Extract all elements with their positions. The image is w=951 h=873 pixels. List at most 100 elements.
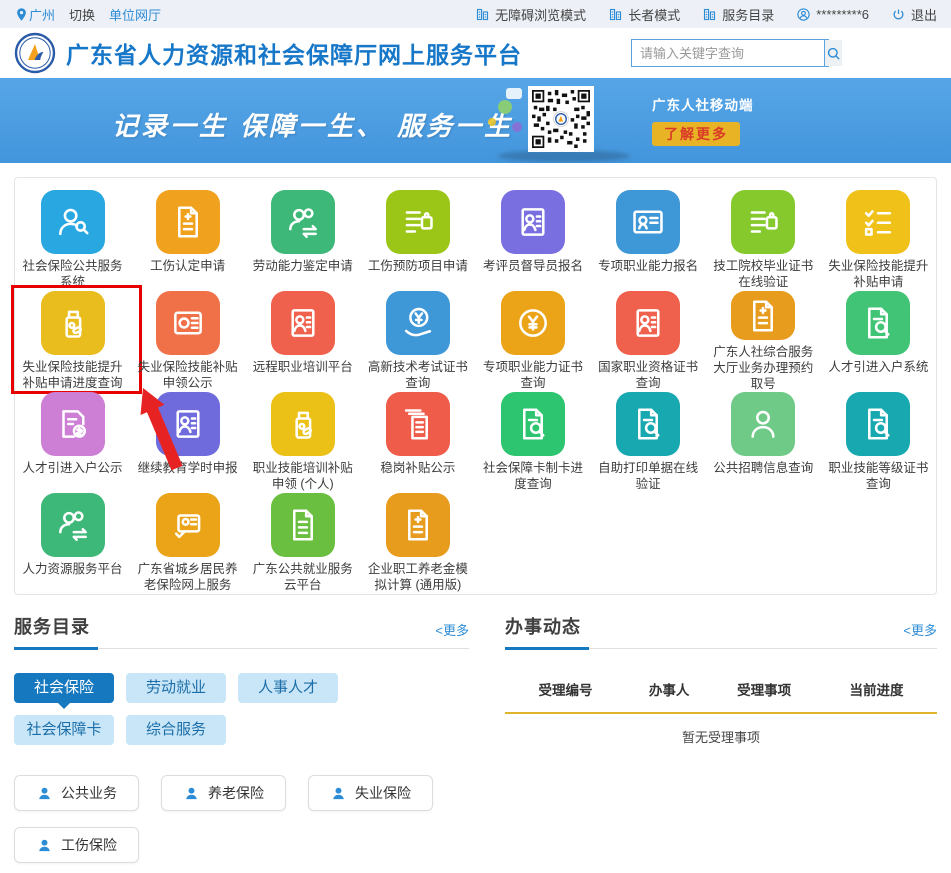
tab-social-security-card[interactable]: 社会保障卡 bbox=[14, 715, 114, 745]
tab-comprehensive-service[interactable]: 综合服务 bbox=[126, 715, 226, 745]
city-label[interactable]: 广州 bbox=[29, 5, 55, 24]
service-item[interactable]: 公共招聘信息查询 bbox=[706, 392, 821, 493]
doc-plus-icon bbox=[731, 291, 795, 340]
service-item-label: 职业技能等级证书查询 bbox=[822, 460, 934, 492]
service-item-label: 稳岗补贴公示 bbox=[380, 460, 455, 476]
more-link[interactable]: <更多 bbox=[903, 620, 937, 639]
section-title: 办事动态 bbox=[505, 613, 581, 639]
public-business-button[interactable]: 公共业务 bbox=[14, 775, 139, 811]
search-button[interactable] bbox=[824, 40, 842, 66]
progress-table-header: 受理编号 办事人 受理事项 当前进度 bbox=[505, 679, 937, 699]
service-item[interactable]: 工伤预防项目申请 bbox=[360, 190, 475, 291]
service-item[interactable]: 高新技术考试证书查询 bbox=[360, 291, 475, 392]
pension-insurance-button[interactable]: 养老保险 bbox=[161, 775, 286, 811]
service-item[interactable]: 失业保险技能补贴申领公示 bbox=[130, 291, 245, 392]
building-grid-icon bbox=[702, 7, 717, 22]
qr-code bbox=[528, 86, 594, 152]
service-item-label: 失业保险技能提升补贴申请进度查询 bbox=[17, 359, 129, 391]
service-item-label: 人力资源服务平台 bbox=[23, 561, 123, 577]
service-item[interactable]: 自助打印单据在线验证 bbox=[591, 392, 706, 493]
service-item[interactable]: 稳岗补贴公示 bbox=[360, 392, 475, 493]
service-item[interactable]: 技工院校毕业证书在线验证 bbox=[706, 190, 821, 291]
decor-dot bbox=[498, 100, 512, 114]
checklist-icon bbox=[846, 190, 910, 254]
service-item[interactable]: 远程职业培训平台 bbox=[245, 291, 360, 392]
accessibility-mode-link[interactable]: 无障碍浏览模式 bbox=[475, 5, 586, 24]
service-catalog-link[interactable]: 服务目录 bbox=[702, 5, 774, 24]
search-input[interactable] bbox=[632, 40, 824, 66]
service-catalog-section: 服务目录 <更多 社会保险 劳动就业 人事人才 社会保障卡 综合服务 公共业务 … bbox=[14, 613, 469, 863]
building-grid-icon bbox=[475, 7, 490, 22]
user-icon bbox=[796, 7, 811, 22]
col-current-progress: 当前进度 bbox=[816, 679, 937, 699]
service-item[interactable]: 企业职工养老金模拟计算 (通用版) bbox=[360, 493, 475, 594]
service-item[interactable]: 专项职业能力证书查询 bbox=[476, 291, 591, 392]
tab-social-insurance[interactable]: 社会保险 bbox=[14, 673, 114, 703]
doc-search-icon bbox=[616, 392, 680, 456]
learn-more-button[interactable]: 了解更多 bbox=[652, 122, 740, 146]
more-link[interactable]: <更多 bbox=[435, 620, 469, 639]
service-item[interactable]: 人力资源服务平台 bbox=[15, 493, 130, 594]
service-item[interactable]: 广东省城乡居民养老保险网上服务 bbox=[130, 493, 245, 594]
doc-search-icon bbox=[846, 392, 910, 456]
mobile-app-label: 广东人社移动端 bbox=[652, 94, 754, 114]
accessibility-label: 无障碍浏览模式 bbox=[495, 5, 586, 24]
service-item[interactable]: 社会保险公共服务系统 bbox=[15, 190, 130, 291]
progress-section: 办事动态 <更多 受理编号 办事人 受理事项 当前进度 暂无受理事项 bbox=[505, 613, 937, 863]
page-title: 广东省人力资源和社会保障厅网上服务平台 bbox=[66, 36, 522, 70]
service-item-label: 公共招聘信息查询 bbox=[713, 460, 813, 476]
service-item-label: 社会保障卡制卡进度查询 bbox=[477, 460, 589, 492]
elder-mode-link[interactable]: 长者模式 bbox=[608, 5, 680, 24]
id-card-icon bbox=[616, 190, 680, 254]
service-item-label: 继续教育学时申报 bbox=[138, 460, 238, 476]
service-item-label: 远程职业培训平台 bbox=[253, 359, 353, 375]
service-item[interactable]: 人才引进入户系统 bbox=[821, 291, 936, 392]
services-panel: 社会保险公共服务系统 工伤认定申请 劳动能力鉴定申请 工伤预防项目申请 考评员督… bbox=[14, 177, 937, 595]
service-item[interactable]: 职业技能培训补贴申领 (个人) bbox=[245, 392, 360, 493]
switch-city-link[interactable]: 切换 bbox=[69, 5, 95, 24]
service-item[interactable]: 国家职业资格证书查询 bbox=[591, 291, 706, 392]
work-injury-insurance-button[interactable]: 工伤保险 bbox=[14, 827, 139, 863]
service-item[interactable]: 广东公共就业服务云平台 bbox=[245, 493, 360, 594]
username-label: *********6 bbox=[816, 7, 869, 22]
service-item[interactable]: 专项职业能力报名 bbox=[591, 190, 706, 291]
service-item[interactable]: 广东人社综合服务大厅业务办理预约取号 bbox=[706, 291, 821, 392]
unit-portal-link[interactable]: 单位网厅 bbox=[109, 5, 161, 24]
service-item[interactable]: 职业技能等级证书查询 bbox=[821, 392, 936, 493]
service-item-label: 广东公共就业服务云平台 bbox=[247, 561, 359, 593]
person-doc-icon bbox=[501, 190, 565, 254]
service-item[interactable]: 工伤认定申请 bbox=[130, 190, 245, 291]
service-item-label: 人才引进入户系统 bbox=[828, 359, 928, 375]
service-item-label: 专项职业能力报名 bbox=[598, 258, 698, 274]
service-item-label: 职业技能培训补贴申领 (个人) bbox=[247, 460, 359, 492]
service-item[interactable]: 人才引进入户公示 bbox=[15, 392, 130, 493]
person-icon bbox=[183, 785, 200, 802]
pill-bottle-icon bbox=[41, 291, 105, 355]
unemployment-insurance-button[interactable]: 失业保险 bbox=[308, 775, 433, 811]
power-icon bbox=[891, 7, 906, 22]
service-item-label: 专项职业能力证书查询 bbox=[477, 359, 589, 391]
service-item-label: 社会保险公共服务系统 bbox=[17, 258, 129, 290]
site-logo-icon bbox=[14, 32, 56, 74]
service-item[interactable]: 社会保障卡制卡进度查询 bbox=[476, 392, 591, 493]
service-item-label: 考评员督导员报名 bbox=[483, 258, 583, 274]
empty-state-text: 暂无受理事项 bbox=[505, 727, 937, 746]
service-item-label: 失业保险技能补贴申领公示 bbox=[132, 359, 244, 391]
tab-employment[interactable]: 劳动就业 bbox=[126, 673, 226, 703]
service-item[interactable]: 考评员督导员报名 bbox=[476, 190, 591, 291]
service-item-label: 技工院校毕业证书在线验证 bbox=[707, 258, 819, 290]
list-badge-icon bbox=[731, 190, 795, 254]
service-item-label: 广东省城乡居民养老保险网上服务 bbox=[132, 561, 244, 593]
tab-hr-talent[interactable]: 人事人才 bbox=[238, 673, 338, 703]
service-item[interactable]: 失业保险技能提升补贴申请 bbox=[821, 190, 936, 291]
catalog-buttons: 公共业务 养老保险 失业保险 工伤保险 bbox=[14, 775, 434, 863]
doc-search-icon bbox=[501, 392, 565, 456]
topbar: 广州 切换 单位网厅 无障碍浏览模式 长者模式 服务目录 *********6 … bbox=[0, 0, 951, 28]
card-check-icon bbox=[156, 493, 220, 557]
service-item[interactable]: 继续教育学时申报 bbox=[130, 392, 245, 493]
service-item-highlighted[interactable]: 失业保险技能提升补贴申请进度查询 bbox=[15, 291, 130, 392]
logout-button[interactable]: 退出 bbox=[891, 5, 937, 24]
user-account[interactable]: *********6 bbox=[796, 7, 869, 22]
service-item[interactable]: 劳动能力鉴定申请 bbox=[245, 190, 360, 291]
service-item-label: 高新技术考试证书查询 bbox=[362, 359, 474, 391]
